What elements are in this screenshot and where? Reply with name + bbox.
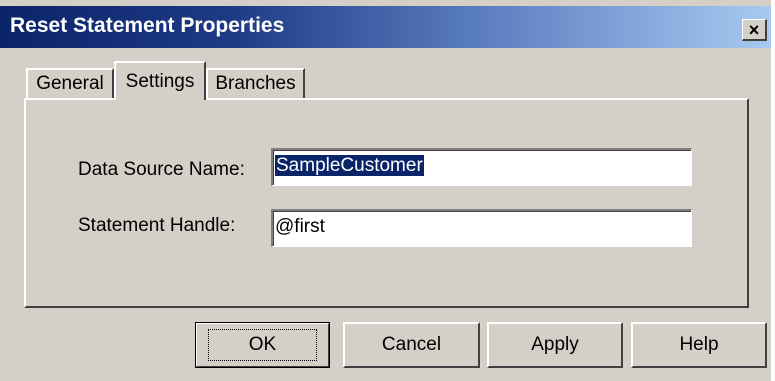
ok-button-label: OK bbox=[207, 329, 318, 361]
help-button-label: Help bbox=[679, 334, 719, 355]
close-icon: × bbox=[748, 19, 760, 40]
statement-handle-label: Statement Handle: bbox=[78, 215, 236, 236]
tab-branches[interactable]: Branches bbox=[206, 68, 305, 98]
apply-button[interactable]: Apply bbox=[487, 322, 623, 368]
tab-settings[interactable]: Settings bbox=[114, 61, 206, 100]
tab-general-label: General bbox=[36, 73, 104, 94]
cancel-button-label: Cancel bbox=[381, 334, 442, 355]
tab-general[interactable]: General bbox=[26, 68, 114, 98]
window-title: Reset Statement Properties bbox=[10, 14, 285, 37]
statement-handle-value: @first bbox=[275, 216, 325, 237]
tab-settings-label: Settings bbox=[125, 70, 195, 92]
title-bar: Reset Statement Properties × bbox=[0, 6, 771, 48]
apply-button-label: Apply bbox=[531, 334, 579, 355]
help-button[interactable]: Help bbox=[631, 322, 767, 368]
settings-panel bbox=[24, 98, 749, 308]
data-source-name-value: SampleCustomer bbox=[275, 155, 424, 176]
ok-button[interactable]: OK bbox=[195, 322, 330, 368]
data-source-name-input[interactable]: SampleCustomer bbox=[271, 148, 692, 186]
data-source-name-label: Data Source Name: bbox=[78, 159, 245, 180]
close-button[interactable]: × bbox=[742, 19, 767, 41]
statement-handle-input[interactable]: @first bbox=[271, 209, 692, 247]
properties-dialog: Reset Statement Properties × General Set… bbox=[0, 0, 771, 381]
tab-branches-label: Branches bbox=[215, 73, 296, 94]
cancel-button[interactable]: Cancel bbox=[343, 322, 480, 368]
